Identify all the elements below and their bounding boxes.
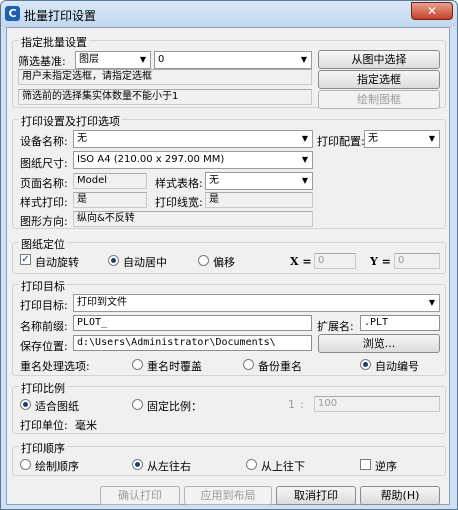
style-table-select[interactable]: 无 ▼ <box>205 172 313 190</box>
paper-label: 图纸尺寸: <box>20 157 68 170</box>
filter-value-text: 0 <box>158 54 165 65</box>
scale-ratio-left: 1 <box>288 398 295 411</box>
chevron-down-icon: ▼ <box>139 55 147 64</box>
orientation-label: 图形方向: <box>20 215 68 228</box>
paper-position-title: 图纸定位 <box>19 236 67 252</box>
chevron-down-icon: ▼ <box>301 176 309 185</box>
rename-options-label: 重名处理选项: <box>20 360 90 373</box>
fit-paper-label: 适合图纸 <box>35 400 79 413</box>
config-value: 无 <box>368 133 378 144</box>
auto-rotate-label: 自动旋转 <box>35 256 79 269</box>
print-style-label: 样式打印: <box>20 196 68 209</box>
draw-frame-button[interactable]: 绘制图框 <box>318 90 440 109</box>
print-style-field: 是 <box>73 192 147 208</box>
print-target-title: 打印目标 <box>19 278 67 294</box>
overwrite-label: 重名时覆盖 <box>147 360 202 373</box>
backup-radio[interactable] <box>243 359 254 370</box>
prefix-label: 名称前缀: <box>20 320 68 333</box>
draw-order-radio[interactable] <box>20 459 31 470</box>
fixed-scale-radio[interactable] <box>132 399 143 410</box>
confirm-print-button[interactable]: 确认打印 <box>100 486 180 505</box>
fit-paper-radio[interactable] <box>20 399 31 410</box>
extension-label: 扩展名: <box>317 320 354 333</box>
reverse-label: 逆序 <box>375 460 397 473</box>
print-settings-title: 打印设置及打印选项 <box>19 113 122 129</box>
device-value: 无 <box>77 133 87 144</box>
filter-type-value: 图层 <box>79 54 99 65</box>
chevron-down-icon: ▼ <box>301 134 309 143</box>
offset-label: 偏移 <box>213 256 235 269</box>
select-frame-button[interactable]: 指定选框 <box>318 70 440 89</box>
paper-size-select[interactable]: ISO A4 (210.00 x 297.00 MM) ▼ <box>73 151 313 169</box>
overwrite-radio[interactable] <box>132 359 143 370</box>
chevron-down-icon: ▼ <box>301 155 309 164</box>
close-icon[interactable]: ✕ <box>411 2 453 20</box>
auto-rotate-checkbox[interactable]: ✓ <box>20 254 31 265</box>
top-to-bottom-radio[interactable] <box>246 459 257 470</box>
app-logo-icon: C <box>5 6 20 21</box>
print-order-title: 打印顺序 <box>19 440 67 456</box>
x-offset-label: X = <box>290 255 312 268</box>
linewidth-label: 打印线宽: <box>155 196 203 209</box>
top-to-bottom-label: 从上往下 <box>261 460 305 473</box>
auto-center-label: 自动居中 <box>123 256 167 269</box>
page-name-label: 页面名称: <box>20 177 68 190</box>
page-name-field: Model <box>73 173 147 189</box>
config-select[interactable]: 无 ▼ <box>364 130 440 148</box>
chevron-down-icon: ▼ <box>428 298 436 307</box>
left-to-right-label: 从左往右 <box>147 460 191 473</box>
browse-button[interactable]: 浏览... <box>318 334 440 353</box>
auto-number-radio[interactable] <box>360 359 371 370</box>
apply-to-layout-button[interactable]: 应用到布局 <box>184 486 272 505</box>
paper-size-value: ISO A4 (210.00 x 297.00 MM) <box>77 154 225 165</box>
prefix-input[interactable]: PLOT_ <box>73 315 312 331</box>
draw-order-label: 绘制顺序 <box>35 460 79 473</box>
target-label: 打印目标: <box>20 299 68 312</box>
y-offset-field[interactable]: 0 <box>394 253 440 269</box>
reverse-checkbox[interactable] <box>360 459 371 470</box>
device-label: 设备名称: <box>20 135 68 148</box>
extension-input[interactable]: .PLT <box>360 315 440 331</box>
scale-ratio-field[interactable]: 100 <box>314 396 440 412</box>
device-select[interactable]: 无 ▼ <box>73 130 313 148</box>
linewidth-field: 是 <box>205 192 313 208</box>
scale-ratio-colon: : <box>300 398 304 411</box>
print-unit-label: 打印单位: <box>20 419 68 432</box>
save-location-input[interactable]: d:\Users\Administrator\Documents\ <box>73 335 312 351</box>
cancel-print-button[interactable]: 取消打印 <box>276 486 356 505</box>
backup-label: 备份重名 <box>258 360 302 373</box>
print-unit-value: 毫米 <box>75 419 97 432</box>
orientation-field: 纵向&不反转 <box>73 211 313 227</box>
title-bar[interactable]: C 批量打印设置 ✕ <box>1 1 457 27</box>
offset-radio[interactable] <box>198 255 209 266</box>
batch-settings-title: 指定批量设置 <box>19 34 89 50</box>
style-table-value: 无 <box>209 175 219 186</box>
filter-type-select[interactable]: 图层 ▼ <box>75 51 151 69</box>
fixed-scale-label: 固定比例： <box>147 400 202 413</box>
filter-label: 筛选基准: <box>18 55 66 68</box>
help-button[interactable]: 帮助(H) <box>360 486 440 505</box>
left-to-right-radio[interactable] <box>132 459 143 470</box>
dialog-title: 批量打印设置 <box>24 9 97 23</box>
style-table-label: 样式表格: <box>155 177 203 190</box>
x-offset-field[interactable]: 0 <box>314 253 356 269</box>
filter-value-select[interactable]: 0 ▼ <box>154 51 312 69</box>
auto-center-radio[interactable] <box>108 255 119 266</box>
chevron-down-icon: ▼ <box>428 134 436 143</box>
save-location-label: 保存位置: <box>20 340 68 353</box>
print-target-value: 打印到文件 <box>77 297 127 308</box>
config-label: 打印配置: <box>317 135 365 148</box>
batch-hint-field: 筛选前的选择集实体数量不能小于1 <box>18 89 312 105</box>
print-target-select[interactable]: 打印到文件 ▼ <box>73 294 440 312</box>
auto-number-label: 自动编号 <box>375 360 419 373</box>
pick-from-drawing-button[interactable]: 从图中选择 <box>318 50 440 69</box>
y-offset-label: Y = <box>370 255 391 268</box>
print-scale-title: 打印比例 <box>19 380 67 396</box>
batch-status-field: 用户未指定选框，请指定选框 <box>18 69 312 85</box>
chevron-down-icon: ▼ <box>300 55 308 64</box>
